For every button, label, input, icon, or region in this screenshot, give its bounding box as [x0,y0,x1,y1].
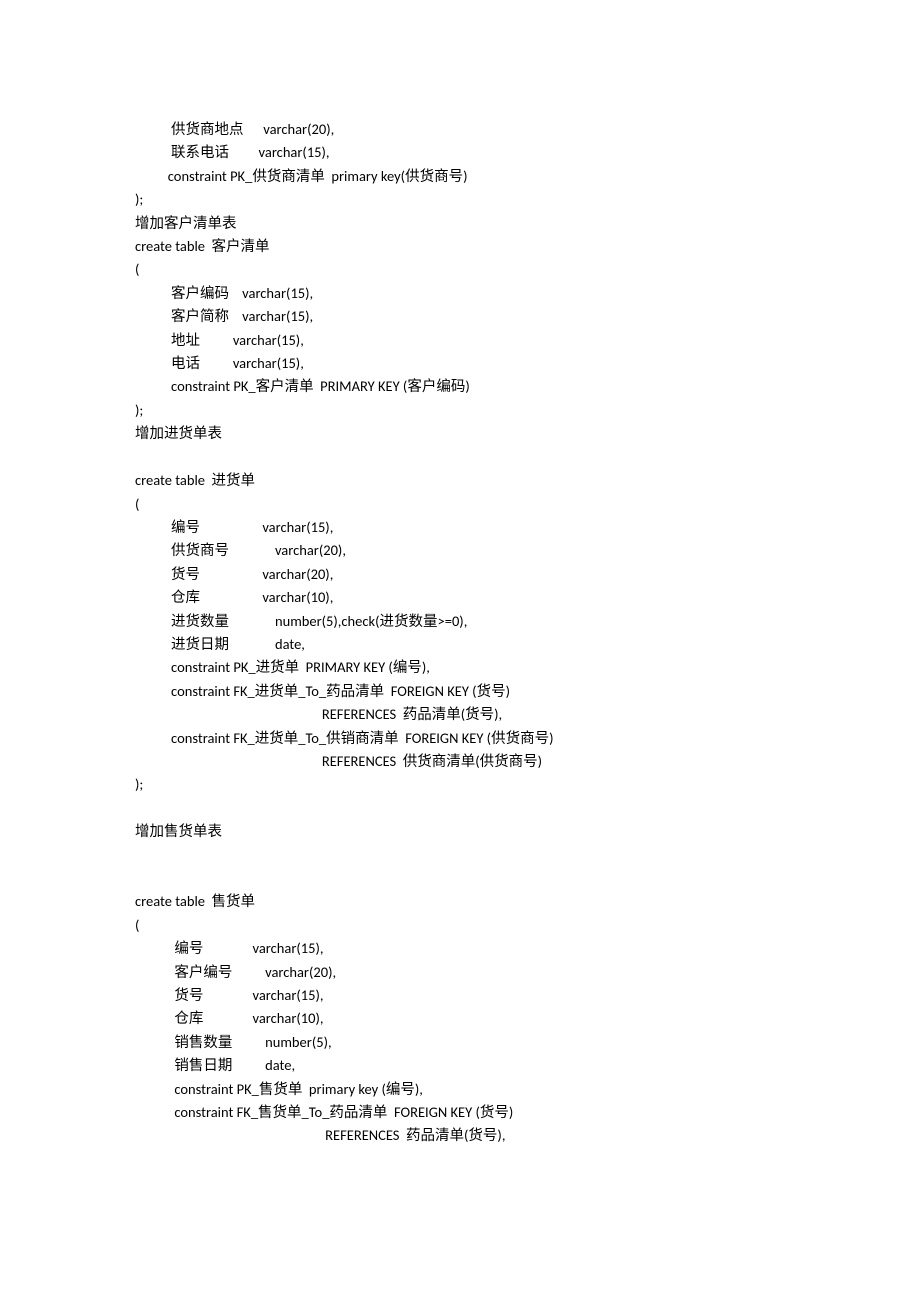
code-line: constraint FK_进货单_To_供销商清单 FOREIGN KEY (… [0,727,920,750]
code-line: 地址 varchar(15), [0,329,920,352]
code-line: 货号 varchar(15), [0,984,920,1007]
code-line: 编号 varchar(15), [0,937,920,960]
code-line: 增加进货单表 [0,422,920,445]
code-line: ); [0,188,920,211]
code-line: ( [0,258,920,281]
code-line: 进货数量 number(5),check(进货数量>=0), [0,610,920,633]
code-line: ); [0,773,920,796]
code-line: REFERENCES 药品清单(货号), [0,703,920,726]
code-line: REFERENCES 供货商清单(供货商号) [0,750,920,773]
code-line: 编号 varchar(15), [0,516,920,539]
code-line [0,867,920,890]
code-line: 电话 varchar(15), [0,352,920,375]
code-line: REFERENCES 药品清单(货号), [0,1124,920,1147]
code-content: 供货商地点 varchar(20), 联系电话 varchar(15), con… [0,118,920,1148]
code-line: 增加客户清单表 [0,212,920,235]
code-line: 增加售货单表 [0,820,920,843]
document-page: 供货商地点 varchar(20), 联系电话 varchar(15), con… [0,0,920,1302]
code-line: 货号 varchar(20), [0,563,920,586]
code-line: 联系电话 varchar(15), [0,141,920,164]
code-line: ); [0,399,920,422]
code-line: 进货日期 date, [0,633,920,656]
code-line: create table 进货单 [0,469,920,492]
code-line: ( [0,493,920,516]
code-line: 客户简称 varchar(15), [0,305,920,328]
code-line: 仓库 varchar(10), [0,586,920,609]
code-line [0,446,920,469]
code-line [0,797,920,820]
code-line: constraint PK_售货单 primary key (编号), [0,1078,920,1101]
code-line: 供货商地点 varchar(20), [0,118,920,141]
code-line: 客户编码 varchar(15), [0,282,920,305]
code-line: 供货商号 varchar(20), [0,539,920,562]
code-line: 仓库 varchar(10), [0,1007,920,1030]
code-line: constraint PK_客户清单 PRIMARY KEY (客户编码) [0,375,920,398]
code-line [0,844,920,867]
code-line: 销售日期 date, [0,1054,920,1077]
code-line: create table 客户清单 [0,235,920,258]
code-line: constraint PK_进货单 PRIMARY KEY (编号), [0,656,920,679]
code-line: ( [0,914,920,937]
code-line: 销售数量 number(5), [0,1031,920,1054]
code-line: constraint FK_进货单_To_药品清单 FOREIGN KEY (货… [0,680,920,703]
code-line: constraint PK_供货商清单 primary key(供货商号) [0,165,920,188]
code-line: create table 售货单 [0,890,920,913]
code-line: constraint FK_售货单_To_药品清单 FOREIGN KEY (货… [0,1101,920,1124]
code-line: 客户编号 varchar(20), [0,961,920,984]
